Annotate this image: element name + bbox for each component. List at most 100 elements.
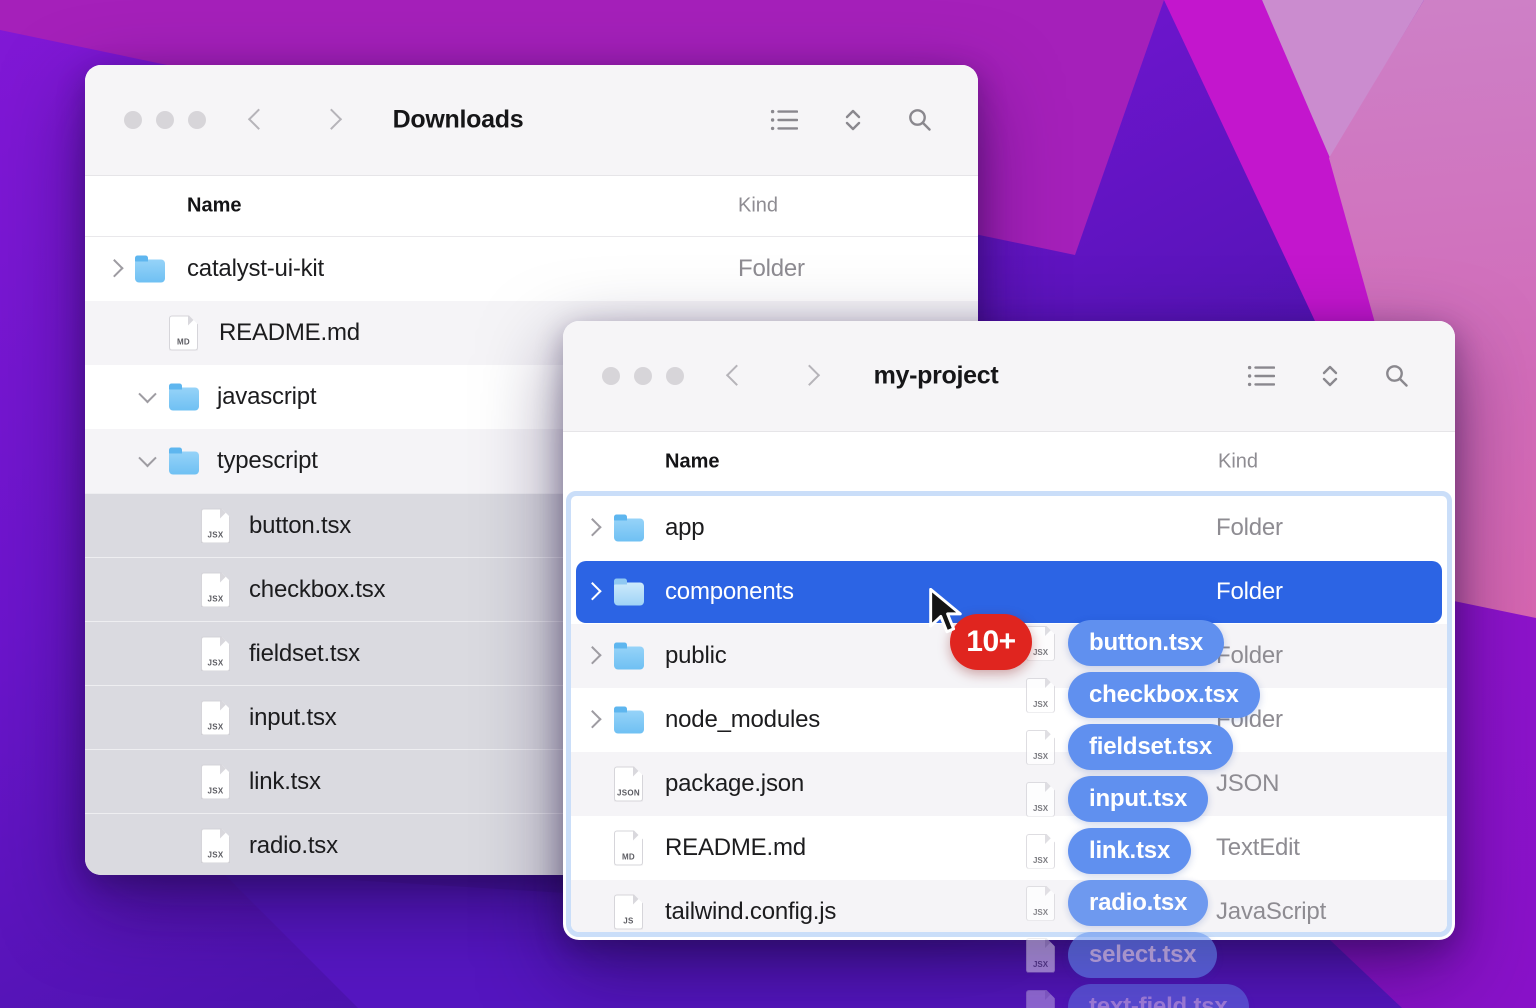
file-icon: [614, 647, 644, 670]
file-kind: TextEdit: [1216, 834, 1300, 862]
sort-icon[interactable]: [842, 108, 864, 132]
close-button[interactable]: [124, 111, 142, 129]
file-icon: JSX: [201, 508, 230, 543]
disclosure-chevron-icon[interactable]: [583, 582, 601, 600]
drag-ghost-filename: text-field.tsx: [1068, 984, 1249, 1008]
file-name: package.json: [665, 770, 804, 798]
drag-ghost-filename: input.tsx: [1068, 776, 1208, 822]
search-icon[interactable]: [1385, 364, 1409, 388]
drag-ghost-item: JSX button.tsx: [1026, 620, 1224, 666]
disclosure-chevron-icon[interactable]: [138, 385, 156, 403]
file-name: tailwind.config.js: [665, 898, 836, 926]
file-kind: Folder: [1216, 642, 1283, 670]
disclosure-chevron-icon[interactable]: [583, 710, 601, 728]
drag-ghost-item: JSX checkbox.tsx: [1026, 672, 1260, 718]
drag-ghost-item: JSX text-field.tsx: [1026, 984, 1249, 1008]
traffic-lights: [124, 111, 206, 129]
file-icon-label: MD: [615, 853, 642, 862]
file-icon: MD: [169, 316, 198, 351]
drag-ghost-item: JSX select.tsx: [1026, 932, 1217, 978]
desktop: Downloads: [0, 0, 1536, 1008]
list-view-icon[interactable]: [770, 108, 798, 132]
file-row[interactable]: JSON package.json JSON: [571, 752, 1447, 816]
drag-ghost-item: JSX link.tsx: [1026, 828, 1191, 874]
file-icon-label: MD: [170, 338, 197, 347]
file-row[interactable]: node_modules Folder: [571, 688, 1447, 752]
drag-ghost-item: JSX fieldset.tsx: [1026, 724, 1233, 770]
list-view-icon[interactable]: [1247, 364, 1275, 388]
file-icon-label: JSX: [1027, 700, 1054, 709]
file-icon-label: JSX: [202, 786, 229, 795]
file-icon-label: JSX: [202, 658, 229, 667]
file-icon: [169, 388, 199, 411]
file-icon: JSON: [614, 767, 643, 802]
mouse-cursor-icon: [928, 588, 968, 645]
file-icon-label: JSX: [1027, 908, 1054, 917]
minimize-button[interactable]: [156, 111, 174, 129]
traffic-lights: [602, 367, 684, 385]
disclosure-chevron-icon[interactable]: [138, 449, 156, 467]
file-kind: JSON: [1216, 770, 1279, 798]
close-button[interactable]: [602, 367, 620, 385]
back-icon[interactable]: [248, 109, 269, 130]
file-kind: Folder: [1216, 514, 1283, 542]
column-header-kind[interactable]: Kind: [738, 195, 778, 218]
file-row[interactable]: MD README.md TextEdit: [571, 816, 1447, 880]
jsx-file-icon: JSX: [1026, 886, 1055, 921]
downloads-column-header: Name Kind: [85, 176, 978, 237]
file-name: link.tsx: [249, 768, 321, 796]
disclosure-chevron-icon[interactable]: [105, 259, 123, 277]
column-header-name[interactable]: Name: [187, 195, 241, 218]
my-project-file-list: app Folder components Folder public Fold…: [571, 496, 1447, 937]
file-row[interactable]: catalyst-ui-kit Folder: [85, 237, 978, 301]
jsx-file-icon: JSX: [1026, 990, 1055, 1008]
sort-icon[interactable]: [1319, 364, 1341, 388]
file-icon-label: JSX: [1027, 960, 1054, 969]
jsx-file-icon: JSX: [1026, 834, 1055, 869]
file-row[interactable]: JS tailwind.config.js JavaScript: [571, 880, 1447, 937]
file-name: README.md: [665, 834, 806, 862]
file-name: components: [665, 578, 794, 606]
disclosure-chevron-icon[interactable]: [583, 518, 601, 536]
file-name: typescript: [217, 447, 318, 475]
file-icon-label: JSX: [202, 722, 229, 731]
minimize-button[interactable]: [634, 367, 652, 385]
window-title: my-project: [786, 362, 1086, 391]
file-name: catalyst-ui-kit: [187, 255, 324, 283]
file-icon: [135, 260, 165, 283]
file-icon-label: JSX: [202, 594, 229, 603]
my-project-toolbar: my-project: [563, 321, 1455, 432]
search-icon[interactable]: [908, 108, 932, 132]
file-icon: JSX: [201, 700, 230, 735]
file-icon-label: JSX: [202, 850, 229, 859]
file-kind: Folder: [1216, 578, 1283, 606]
drag-ghost-filename: button.tsx: [1068, 620, 1224, 666]
file-name: radio.tsx: [249, 832, 338, 860]
disclosure-chevron-icon[interactable]: [583, 646, 601, 664]
file-icon: JSX: [201, 636, 230, 671]
zoom-button[interactable]: [666, 367, 684, 385]
file-icon: [614, 583, 644, 606]
file-name: button.tsx: [249, 512, 351, 540]
jsx-file-icon: JSX: [1026, 938, 1055, 973]
file-icon-label: JSX: [202, 530, 229, 539]
file-name: javascript: [217, 383, 316, 411]
file-icon: JSX: [201, 572, 230, 607]
drag-ghost-item: JSX radio.tsx: [1026, 880, 1208, 926]
zoom-button[interactable]: [188, 111, 206, 129]
file-icon: [614, 519, 644, 542]
file-icon: [614, 711, 644, 734]
file-name: app: [665, 514, 704, 542]
file-icon-label: JS: [615, 917, 642, 926]
file-row[interactable]: app Folder: [571, 496, 1447, 560]
window-title: Downloads: [308, 106, 608, 135]
file-icon: JSX: [201, 828, 230, 863]
my-project-column-header: Name Kind: [563, 432, 1455, 492]
back-icon[interactable]: [726, 365, 747, 386]
column-header-name[interactable]: Name: [665, 451, 719, 474]
file-icon: JSX: [201, 764, 230, 799]
column-header-kind[interactable]: Kind: [1218, 451, 1258, 474]
jsx-file-icon: JSX: [1026, 678, 1055, 713]
jsx-file-icon: JSX: [1026, 730, 1055, 765]
file-name: fieldset.tsx: [249, 640, 360, 668]
